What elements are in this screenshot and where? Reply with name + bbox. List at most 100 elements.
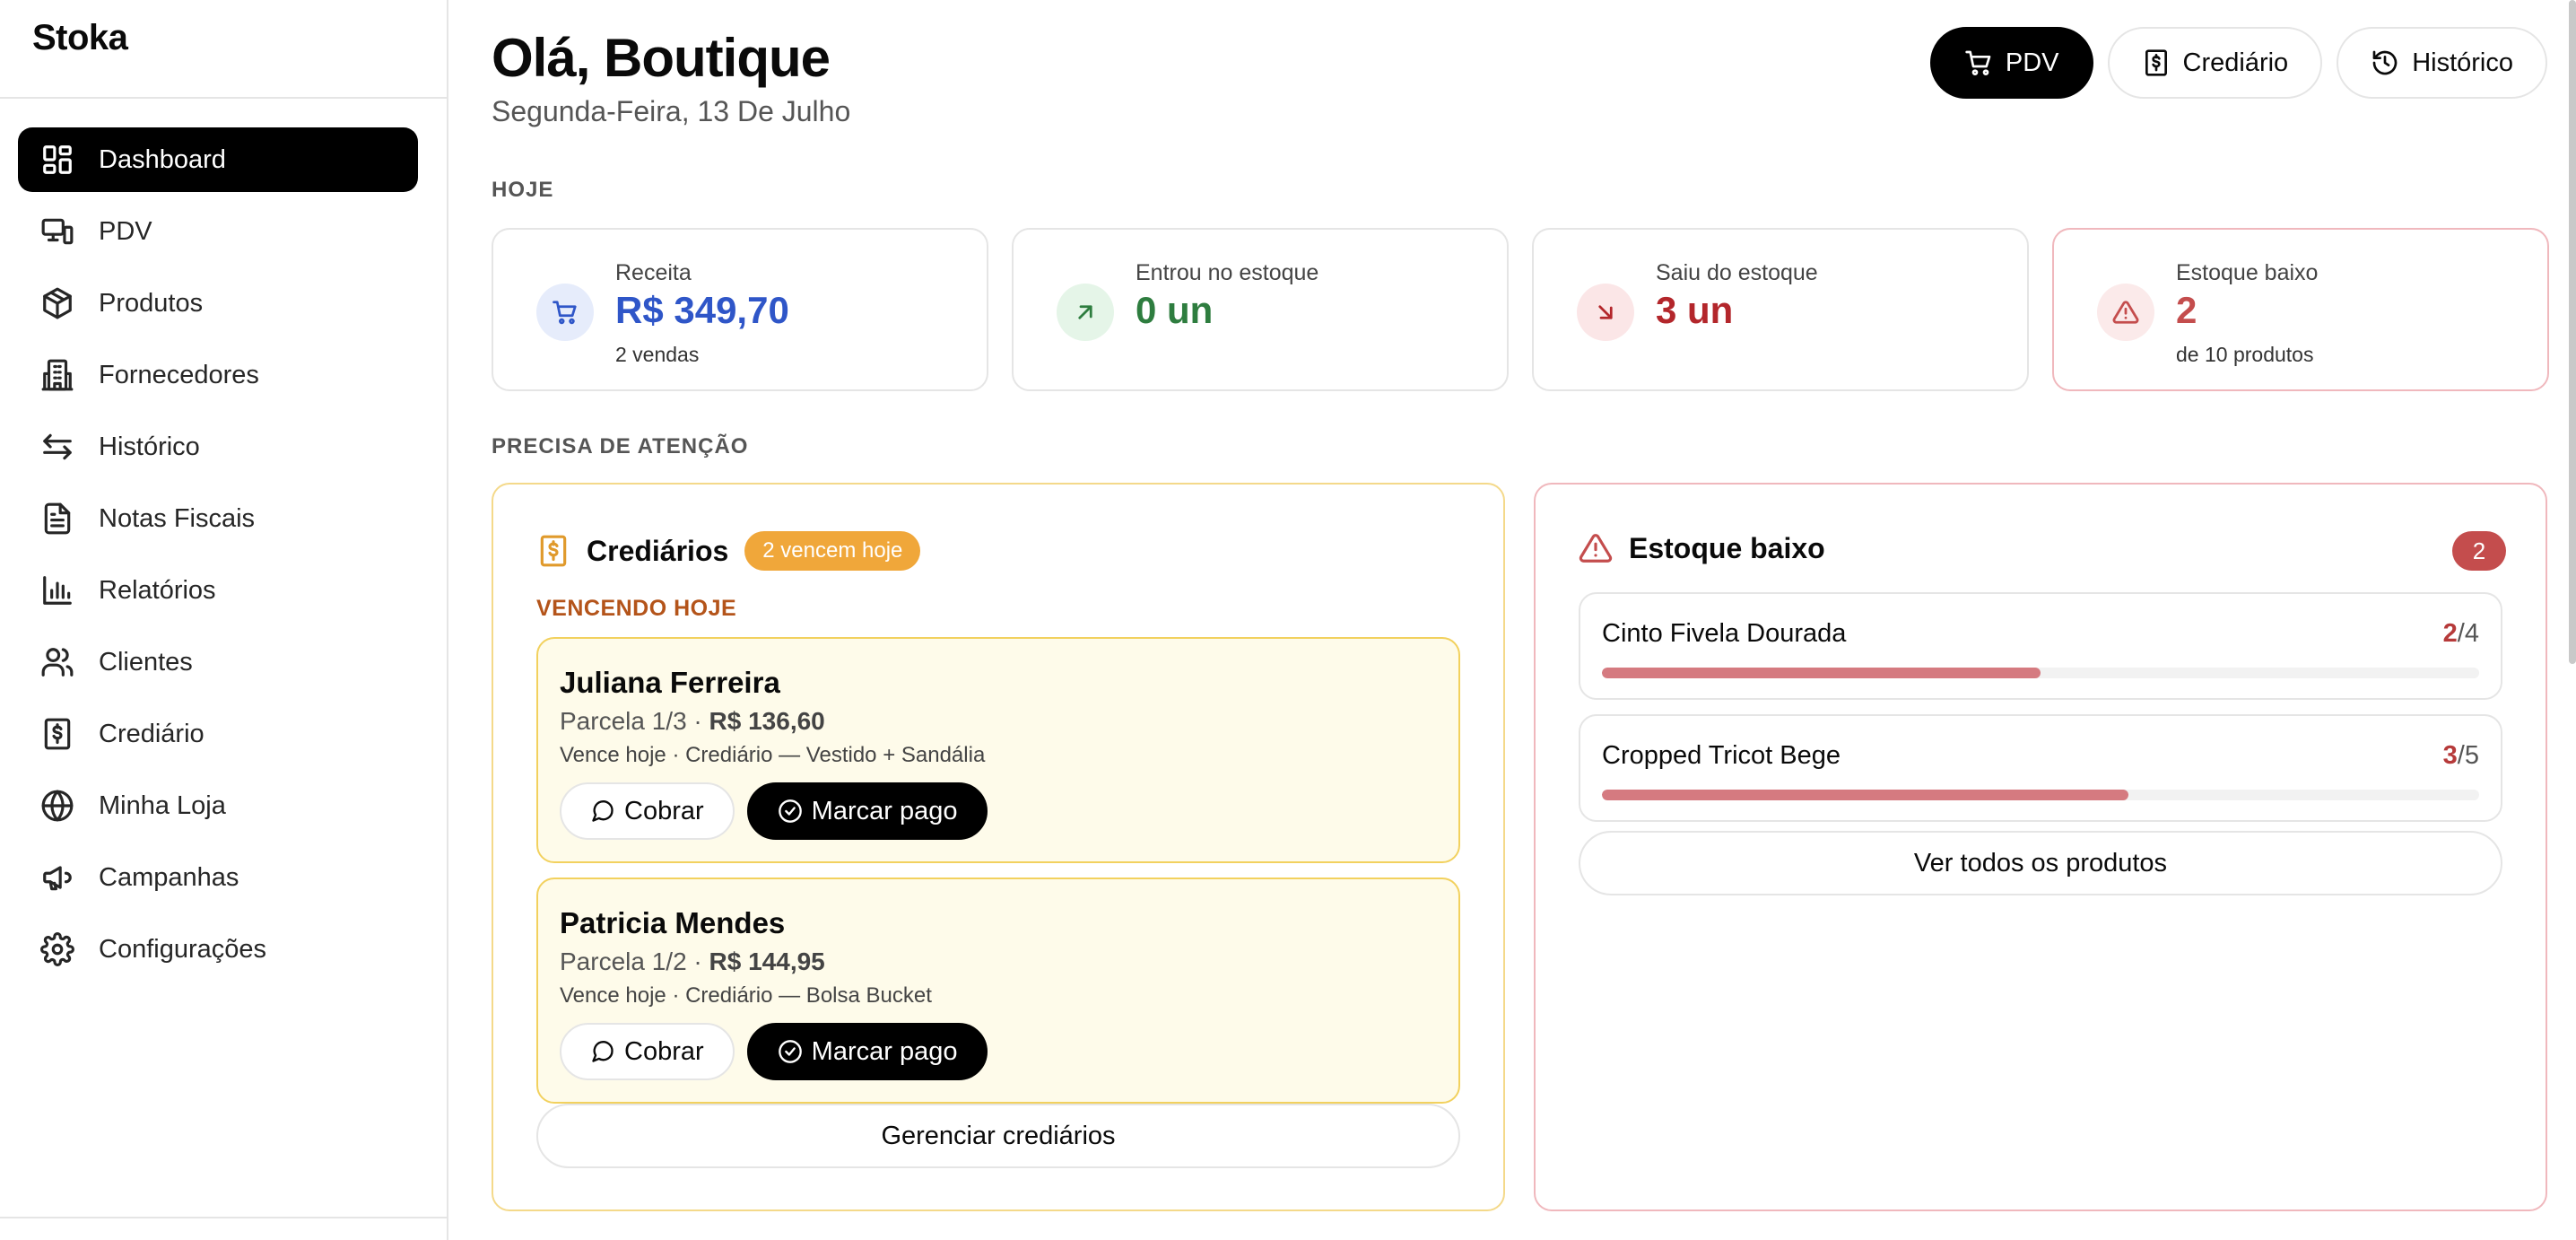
pdv-button[interactable]: PDV bbox=[1929, 27, 2093, 99]
cobrar-button-label: Cobrar bbox=[624, 796, 704, 825]
marcar-pago-button[interactable]: Marcar pago bbox=[746, 1023, 988, 1080]
due-today-label: VENCENDO HOJE bbox=[536, 596, 737, 621]
sidebar-item-crediario[interactable]: Crediário bbox=[18, 702, 418, 766]
stock-count: 2/4 bbox=[2443, 619, 2479, 649]
stat-card-saiu[interactable]: Saiu do estoque 3 un bbox=[1532, 228, 2029, 391]
message-circle-icon bbox=[592, 1041, 614, 1062]
crediario-button-label: Crediário bbox=[2182, 48, 2289, 77]
cobrar-button[interactable]: Cobrar bbox=[560, 1023, 735, 1080]
sidebar-item-historico[interactable]: Histórico bbox=[18, 415, 418, 479]
stat-card-entrou[interactable]: Entrou no estoque 0 un bbox=[1012, 228, 1509, 391]
due-actions: Cobrar Marcar pago bbox=[560, 1023, 988, 1080]
check-circle-icon bbox=[778, 1040, 802, 1063]
stat-value: 2 bbox=[2176, 289, 2197, 331]
due-card: Patricia Mendes Parcela 1/2 · R$ 144,95 … bbox=[536, 878, 1460, 1104]
installment-amount: R$ 144,95 bbox=[709, 947, 825, 975]
stat-label: Receita bbox=[615, 260, 692, 285]
view-all-products-button[interactable]: Ver todos os produtos bbox=[1579, 831, 2502, 895]
sidebar-item-produtos[interactable]: Produtos bbox=[18, 271, 418, 336]
sidebar-item-fornecedores[interactable]: Fornecedores bbox=[18, 343, 418, 407]
sidebar-item-label: Minha Loja bbox=[99, 790, 226, 820]
arrow-up-right-icon bbox=[1057, 284, 1114, 341]
stat-value: 3 un bbox=[1656, 289, 1734, 331]
sidebar-item-label: Fornecedores bbox=[99, 360, 259, 389]
cobrar-button[interactable]: Cobrar bbox=[560, 782, 735, 840]
historico-button[interactable]: Histórico bbox=[2337, 27, 2547, 99]
sidebar-item-minha-loja[interactable]: Minha Loja bbox=[18, 773, 418, 838]
megaphone-icon bbox=[39, 860, 75, 895]
document-icon bbox=[39, 501, 75, 537]
stat-card-estoque-baixo[interactable]: Estoque baixo 2 de 10 produtos bbox=[2052, 228, 2549, 391]
low-stock-header: Estoque baixo bbox=[1579, 531, 1825, 565]
receipt-dollar-icon bbox=[2145, 49, 2167, 76]
marcar-pago-button[interactable]: Marcar pago bbox=[746, 782, 988, 840]
stock-current: 3 bbox=[2442, 741, 2458, 770]
sidebar-item-label: Histórico bbox=[99, 432, 200, 461]
sidebar-item-notas-fiscais[interactable]: Notas Fiscais bbox=[18, 486, 418, 551]
crediarios-panel: Crediários 2 vencem hoje VENCENDO HOJE J… bbox=[492, 483, 1505, 1211]
stat-label: Saiu do estoque bbox=[1656, 260, 1818, 285]
crediario-button[interactable]: Crediário bbox=[2107, 27, 2323, 99]
arrows-exchange-icon bbox=[39, 429, 75, 465]
stat-sub: de 10 produtos bbox=[2176, 343, 2314, 366]
stats-row: Receita R$ 349,70 2 vendas Entrou no est… bbox=[492, 228, 2549, 391]
stat-value: R$ 349,70 bbox=[615, 289, 789, 331]
page-scrollbar[interactable] bbox=[2569, 0, 2576, 664]
bar-chart-icon bbox=[39, 572, 75, 608]
header-actions: PDV Crediário Histórico bbox=[1929, 27, 2547, 99]
alert-triangle-icon bbox=[2097, 284, 2154, 341]
installment-label: Parcela 1/3 · bbox=[560, 707, 709, 735]
stock-level-fill bbox=[1602, 668, 2041, 678]
sidebar-item-campanhas[interactable]: Campanhas bbox=[18, 845, 418, 910]
pdv-button-label: PDV bbox=[2005, 48, 2059, 77]
manage-crediarios-button[interactable]: Gerenciar crediários bbox=[536, 1104, 1460, 1168]
due-today-badge: 2 vencem hoje bbox=[744, 531, 921, 571]
stock-count: 3/5 bbox=[2443, 741, 2479, 771]
cart-icon bbox=[536, 284, 594, 341]
current-date: Segunda-Feira, 13 De Julho bbox=[492, 95, 851, 127]
sidebar-item-label: Relatórios bbox=[99, 575, 216, 605]
main-content: Olá, Boutique Segunda-Feira, 13 De Julho… bbox=[448, 0, 2576, 1240]
stat-card-receita[interactable]: Receita R$ 349,70 2 vendas bbox=[492, 228, 988, 391]
sidebar-item-label: Produtos bbox=[99, 288, 204, 318]
low-stock-item[interactable]: Cropped Tricot Bege 3/5 bbox=[1579, 714, 2502, 822]
marcar-pago-button-label: Marcar pago bbox=[811, 796, 958, 825]
sidebar-bottom-divider bbox=[0, 1217, 447, 1218]
product-name: Cinto Fivela Dourada bbox=[1602, 619, 1847, 648]
low-stock-item[interactable]: Cinto Fivela Dourada 2/4 bbox=[1579, 592, 2502, 700]
sidebar-item-label: Dashboard bbox=[99, 144, 226, 174]
stock-minimum: 4 bbox=[2464, 619, 2479, 648]
sidebar-item-label: Crediário bbox=[99, 719, 205, 748]
sidebar-item-pdv[interactable]: PDV bbox=[18, 199, 418, 264]
page-title: Olá, Boutique bbox=[492, 28, 831, 88]
product-name: Cropped Tricot Bege bbox=[1602, 741, 1841, 770]
sidebar-divider bbox=[0, 97, 447, 99]
sidebar-item-configuracoes[interactable]: Configurações bbox=[18, 917, 418, 982]
pos-icon bbox=[39, 214, 75, 249]
historico-button-label: Histórico bbox=[2412, 48, 2513, 77]
crediarios-header: Crediários 2 vencem hoje bbox=[536, 531, 921, 571]
due-actions: Cobrar Marcar pago bbox=[560, 782, 988, 840]
brand-logo[interactable]: Stoka bbox=[32, 18, 128, 58]
dashboard-icon bbox=[39, 142, 75, 178]
sidebar-item-label: Configurações bbox=[99, 934, 266, 964]
customer-name: Patricia Mendes bbox=[560, 906, 786, 939]
low-stock-count-badge: 2 bbox=[2452, 531, 2506, 571]
sidebar-item-dashboard[interactable]: Dashboard bbox=[18, 127, 418, 192]
installment-description: Vence hoje · Crediário — Bolsa Bucket bbox=[560, 983, 932, 1008]
sidebar: Stoka Dashboard PDV Produtos Fornecedore… bbox=[0, 0, 448, 1240]
cobrar-button-label: Cobrar bbox=[624, 1036, 704, 1066]
sidebar-item-clientes[interactable]: Clientes bbox=[18, 630, 418, 694]
sidebar-item-label: Notas Fiscais bbox=[99, 503, 256, 533]
stat-label: Estoque baixo bbox=[2176, 260, 2319, 285]
crediarios-title: Crediários bbox=[587, 534, 729, 567]
customer-name: Juliana Ferreira bbox=[560, 666, 780, 699]
today-section-label: HOJE bbox=[492, 178, 554, 202]
sidebar-item-label: Campanhas bbox=[99, 862, 239, 892]
sidebar-item-relatorios[interactable]: Relatórios bbox=[18, 558, 418, 623]
stock-level-fill bbox=[1602, 790, 2128, 800]
stock-level-bar bbox=[1602, 790, 2479, 800]
receipt-dollar-icon bbox=[540, 535, 567, 567]
stock-separator: / bbox=[2457, 619, 2465, 648]
installment-description: Vence hoje · Crediário — Vestido + Sandá… bbox=[560, 743, 986, 767]
